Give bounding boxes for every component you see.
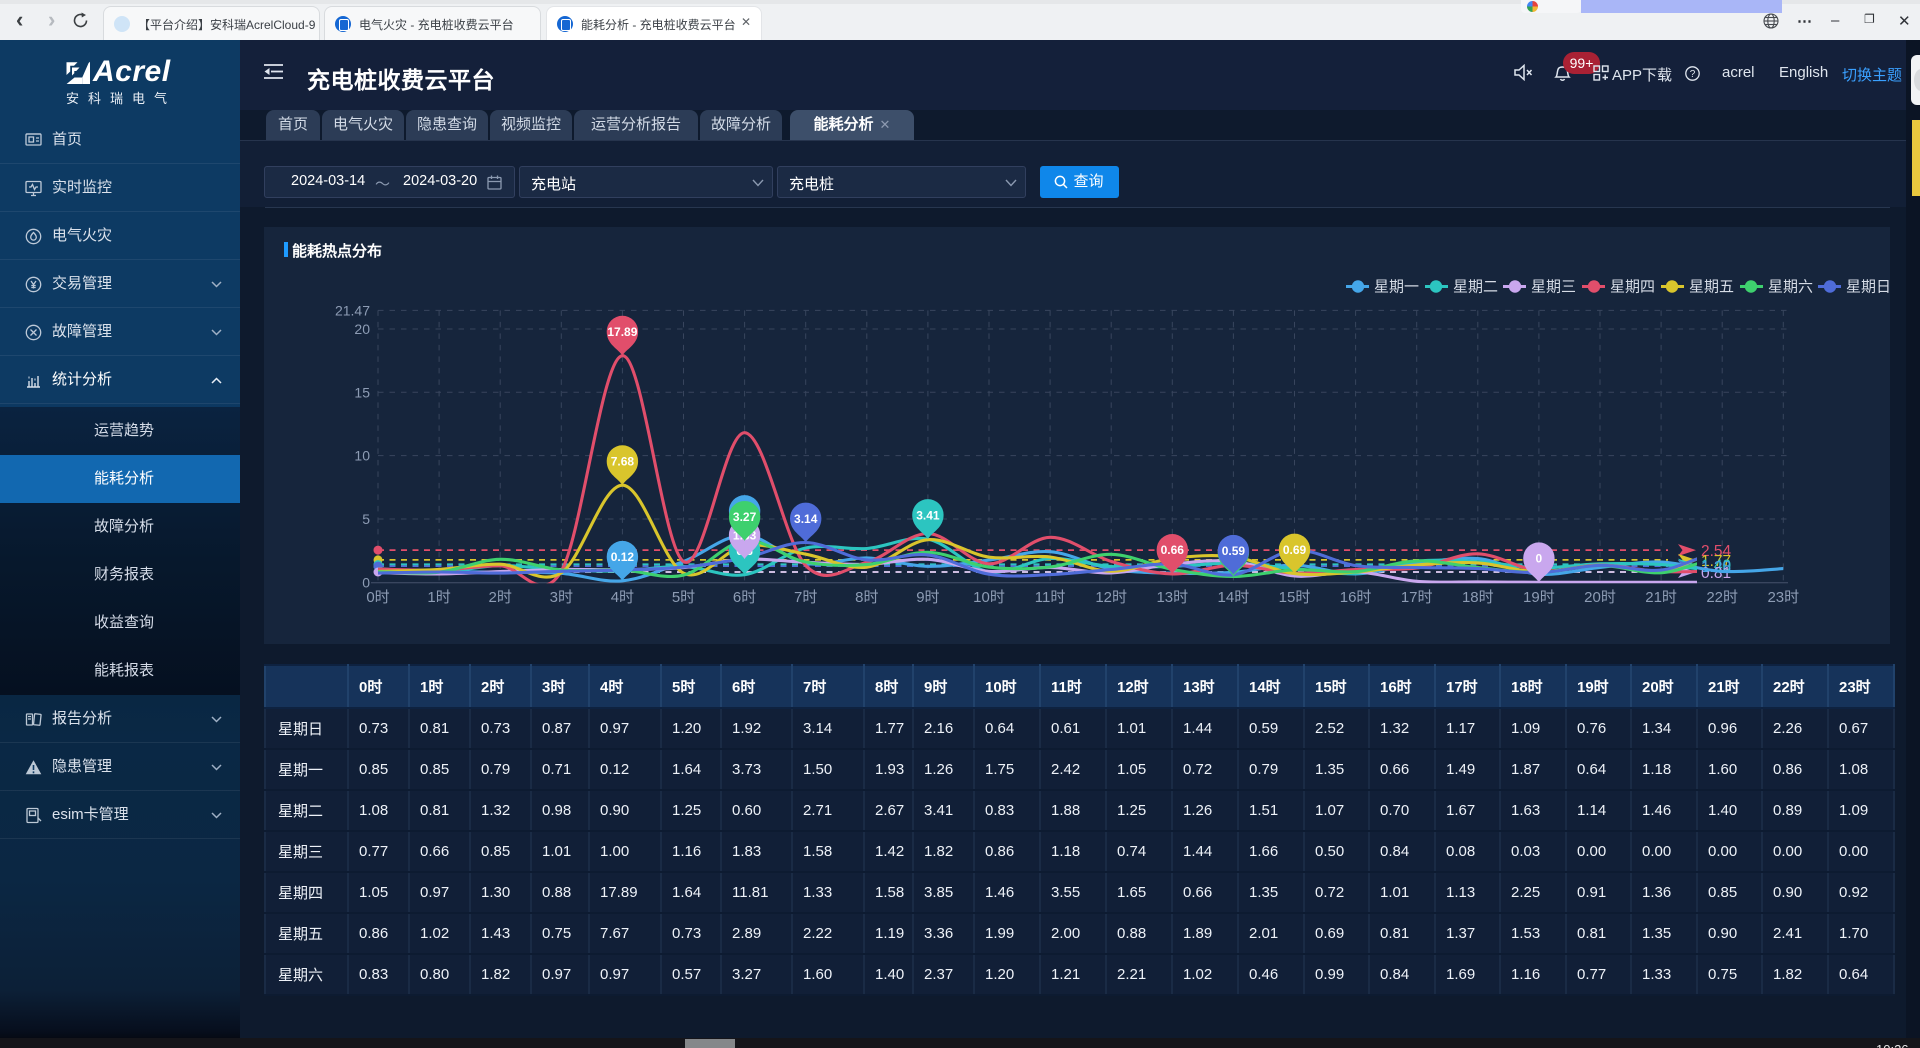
svg-text:3.14: 3.14 bbox=[794, 512, 818, 526]
svg-text:14时: 14时 bbox=[1218, 589, 1250, 606]
svg-text:0.59: 0.59 bbox=[1222, 544, 1246, 558]
svg-text:12时: 12时 bbox=[1095, 589, 1127, 606]
svg-text:10时: 10时 bbox=[973, 589, 1005, 606]
svg-text:星期一: 星期一 bbox=[1374, 279, 1419, 296]
svg-text:星期二: 星期二 bbox=[1453, 279, 1498, 296]
svg-text:13时: 13时 bbox=[1156, 589, 1188, 606]
svg-text:3.27: 3.27 bbox=[733, 510, 757, 524]
svg-text:0: 0 bbox=[1536, 552, 1543, 566]
svg-text:9时: 9时 bbox=[916, 589, 939, 606]
svg-text:7.68: 7.68 bbox=[611, 455, 635, 469]
svg-text:星期三: 星期三 bbox=[1531, 279, 1576, 296]
svg-text:20: 20 bbox=[354, 321, 370, 337]
svg-text:10: 10 bbox=[354, 448, 370, 464]
svg-text:星期五: 星期五 bbox=[1689, 279, 1734, 296]
svg-text:15: 15 bbox=[354, 384, 370, 400]
svg-text:8时: 8时 bbox=[855, 589, 878, 606]
svg-text:?: ? bbox=[1690, 69, 1696, 80]
svg-text:21时: 21时 bbox=[1645, 589, 1677, 606]
svg-text:7时: 7时 bbox=[794, 589, 817, 606]
svg-text:0.81: 0.81 bbox=[1701, 565, 1731, 582]
svg-text:星期六: 星期六 bbox=[1768, 279, 1813, 296]
svg-text:3时: 3时 bbox=[550, 589, 573, 606]
svg-text:19时: 19时 bbox=[1523, 589, 1555, 606]
svg-text:0: 0 bbox=[362, 574, 370, 590]
svg-text:5时: 5时 bbox=[672, 589, 695, 606]
svg-text:21.47: 21.47 bbox=[335, 302, 370, 318]
svg-text:1时: 1时 bbox=[427, 589, 450, 606]
svg-text:星期四: 星期四 bbox=[1610, 279, 1655, 296]
svg-text:2时: 2时 bbox=[489, 589, 512, 606]
svg-text:3.41: 3.41 bbox=[916, 508, 940, 522]
svg-text:22时: 22时 bbox=[1706, 589, 1738, 606]
svg-text:15时: 15时 bbox=[1279, 589, 1311, 606]
svg-text:17时: 17时 bbox=[1401, 589, 1433, 606]
svg-text:0.66: 0.66 bbox=[1161, 543, 1185, 557]
svg-text:17.89: 17.89 bbox=[607, 325, 637, 339]
svg-text:4时: 4时 bbox=[611, 589, 634, 606]
svg-text:5: 5 bbox=[362, 511, 370, 527]
svg-text:16时: 16时 bbox=[1340, 589, 1372, 606]
svg-text:0.12: 0.12 bbox=[611, 550, 635, 564]
svg-text:18时: 18时 bbox=[1462, 589, 1494, 606]
svg-text:星期日: 星期日 bbox=[1846, 279, 1890, 296]
svg-text:0时: 0时 bbox=[366, 589, 389, 606]
svg-text:23时: 23时 bbox=[1767, 589, 1799, 606]
svg-text:0.69: 0.69 bbox=[1283, 543, 1307, 557]
svg-text:11时: 11时 bbox=[1035, 589, 1066, 606]
svg-text:20时: 20时 bbox=[1584, 589, 1616, 606]
svg-text:6时: 6时 bbox=[733, 589, 756, 606]
